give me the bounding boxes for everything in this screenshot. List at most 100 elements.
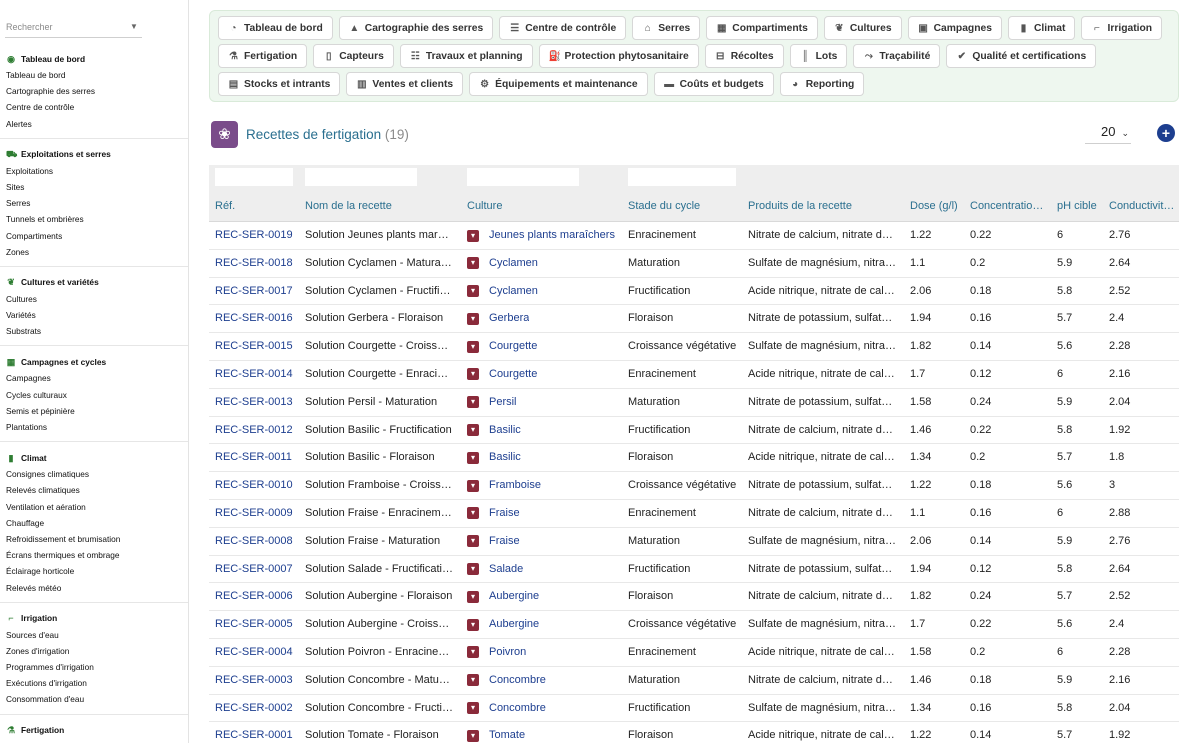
cell-ref[interactable]: REC-SER-0010 [215, 472, 299, 499]
culture-link[interactable]: Concombre [489, 667, 546, 694]
cell-culture[interactable]: ▾ Aubergine [467, 611, 621, 638]
culture-link[interactable]: Jeunes plants maraîchers [489, 222, 615, 249]
culture-link[interactable]: Fraise [489, 500, 520, 527]
culture-link[interactable]: Cyclamen [489, 278, 538, 305]
culture-link[interactable]: Basilic [489, 417, 521, 444]
sidebar-item[interactable]: Substrats [0, 323, 188, 339]
sidebar-item[interactable]: Variétés [0, 307, 188, 323]
sidebar-item[interactable]: Recettes de fertigation [0, 739, 188, 743]
table-row[interactable]: REC-SER-0002 Solution Concombre - Fructif… [209, 695, 1179, 723]
menu-button[interactable]: ✔ Qualité et certifications [946, 44, 1097, 68]
sidebar-section-title[interactable]: ▦ Campagnes et cycles [0, 353, 188, 370]
sidebar-item[interactable]: Chauffage [0, 515, 188, 531]
sidebar-item[interactable]: Tableau de bord [0, 67, 188, 83]
sidebar-item[interactable]: Exploitations [0, 163, 188, 179]
cell-ref[interactable]: REC-SER-0004 [215, 639, 299, 666]
sidebar-item[interactable]: Cultures [0, 291, 188, 307]
search-input[interactable] [5, 16, 142, 38]
menu-button[interactable]: ▮ Climat [1007, 16, 1076, 40]
column-header-products[interactable]: Produits de la recette [748, 193, 896, 222]
sidebar-section-title[interactable]: ▮ Climat [0, 449, 188, 466]
cell-ref[interactable]: REC-SER-0017 [215, 278, 299, 305]
culture-link[interactable]: Gerbera [489, 305, 529, 332]
sidebar-item[interactable]: Consommation d'eau [0, 691, 188, 707]
menu-button[interactable]: ☰ Centre de contrôle [499, 16, 627, 40]
cell-culture[interactable]: ▾ Framboise [467, 472, 621, 499]
table-row[interactable]: REC-SER-0006 Solution Aubergine - Florais… [209, 583, 1179, 612]
table-row[interactable]: REC-SER-0015 Solution Courgette - Croissa… [209, 333, 1179, 361]
cell-ref[interactable]: REC-SER-0014 [215, 361, 299, 388]
culture-link[interactable]: Courgette [489, 333, 537, 360]
sidebar-item[interactable]: Sites [0, 179, 188, 195]
sidebar-item[interactable]: Plantations [0, 419, 188, 435]
column-header-dose[interactable]: Dose (g/l) [910, 193, 964, 222]
sidebar-item[interactable]: Centre de contrôle [0, 99, 188, 115]
menu-button[interactable]: ☷ Travaux et planning [399, 44, 533, 68]
cell-ref[interactable]: REC-SER-0006 [215, 583, 299, 610]
sidebar-section-title[interactable]: ◉ Tableau de bord [0, 50, 188, 67]
table-row[interactable]: REC-SER-0005 Solution Aubergine - Croissa… [209, 611, 1179, 639]
culture-link[interactable]: Concombre [489, 695, 546, 722]
cell-ref[interactable]: REC-SER-0003 [215, 667, 299, 694]
cell-ref[interactable]: REC-SER-0005 [215, 611, 299, 638]
table-row[interactable]: REC-SER-0003 Solution Concombre - Maturat… [209, 667, 1179, 695]
column-header-culture[interactable]: Culture [467, 193, 621, 222]
cell-culture[interactable]: ▾ Cyclamen [467, 250, 621, 277]
table-row[interactable]: REC-SER-0007 Solution Salade - Fructifica… [209, 556, 1179, 584]
culture-link[interactable]: Framboise [489, 472, 541, 499]
sidebar-item[interactable]: Alertes [0, 116, 188, 132]
sidebar-item[interactable]: Exécutions d'irrigation [0, 675, 188, 691]
culture-link[interactable]: Persil [489, 389, 517, 416]
sidebar-item[interactable]: Zones [0, 244, 188, 260]
menu-button[interactable]: ⚗ Fertigation [218, 44, 308, 68]
culture-link[interactable]: Tomate [489, 722, 525, 743]
cell-ref[interactable]: REC-SER-0019 [215, 222, 299, 249]
cell-ref[interactable]: REC-SER-0008 [215, 528, 299, 555]
sidebar-item[interactable]: Consignes climatiques [0, 466, 188, 482]
cell-ref[interactable]: REC-SER-0001 [215, 722, 299, 743]
cell-ref[interactable]: REC-SER-0013 [215, 389, 299, 416]
culture-link[interactable]: Basilic [489, 444, 521, 471]
sidebar-item[interactable]: Ventilation et aération [0, 499, 188, 515]
menu-button[interactable]: ⊟ Récoltes [704, 44, 784, 68]
cell-culture[interactable]: ▾ Basilic [467, 444, 621, 471]
cell-ref[interactable]: REC-SER-0002 [215, 695, 299, 722]
filter-stage-input[interactable] [628, 168, 736, 186]
cell-culture[interactable]: ▾ Basilic [467, 417, 621, 444]
filter-name-input[interactable] [305, 168, 417, 186]
table-row[interactable]: REC-SER-0009 Solution Fraise - Enracineme… [209, 500, 1179, 528]
cell-ref[interactable]: REC-SER-0016 [215, 305, 299, 332]
column-header-conductivity[interactable]: Conductivité cible [1109, 193, 1179, 222]
filter-culture-input[interactable] [467, 168, 579, 186]
culture-link[interactable]: Cyclamen [489, 250, 538, 277]
sidebar-item[interactable]: Compartiments [0, 228, 188, 244]
cell-culture[interactable]: ▾ Salade [467, 556, 621, 583]
cell-culture[interactable]: ▾ Fraise [467, 500, 621, 527]
sidebar-section-title[interactable]: ⛟ Exploitations et serres [0, 146, 188, 163]
table-row[interactable]: REC-SER-0001 Solution Tomate - Floraison ▾… [209, 722, 1179, 743]
cell-culture[interactable]: ▾ Gerbera [467, 305, 621, 332]
cell-ref[interactable]: REC-SER-0007 [215, 556, 299, 583]
sidebar-item[interactable]: Éclairage horticole [0, 563, 188, 579]
menu-button[interactable]: ⚙ Équipements et maintenance [469, 72, 648, 96]
column-header-ref[interactable]: Réf. [215, 193, 299, 222]
cell-culture[interactable]: ▾ Courgette [467, 361, 621, 388]
table-row[interactable]: REC-SER-0018 Solution Cyclamen - Maturati… [209, 250, 1179, 278]
cell-culture[interactable]: ▾ Cyclamen [467, 278, 621, 305]
menu-button[interactable]: ▣ Campagnes [907, 16, 1002, 40]
cell-culture[interactable]: ▾ Concombre [467, 695, 621, 722]
cell-culture[interactable]: ▾ Courgette [467, 333, 621, 360]
table-row[interactable]: REC-SER-0019 Solution Jeunes plants maraî… [209, 222, 1179, 250]
column-header-ph[interactable]: pH cible [1057, 193, 1103, 222]
cell-culture[interactable]: ▾ Tomate [467, 722, 621, 743]
table-row[interactable]: REC-SER-0004 Solution Poivron - Enracinem… [209, 639, 1179, 667]
sidebar-item[interactable]: Cartographie des serres [0, 83, 188, 99]
table-row[interactable]: REC-SER-0014 Solution Courgette - Enracin… [209, 361, 1179, 389]
menu-button[interactable]: ▲ Cartographie des serres [338, 16, 494, 40]
column-header-stage[interactable]: Stade du cycle [628, 193, 744, 222]
table-row[interactable]: REC-SER-0013 Solution Persil - Maturation… [209, 389, 1179, 417]
table-row[interactable]: REC-SER-0010 Solution Framboise - Croissa… [209, 472, 1179, 500]
column-header-name[interactable]: Nom de la recette [305, 193, 453, 222]
sidebar-item[interactable]: Zones d'irrigation [0, 643, 188, 659]
sidebar-item[interactable]: Relevés climatiques [0, 482, 188, 498]
